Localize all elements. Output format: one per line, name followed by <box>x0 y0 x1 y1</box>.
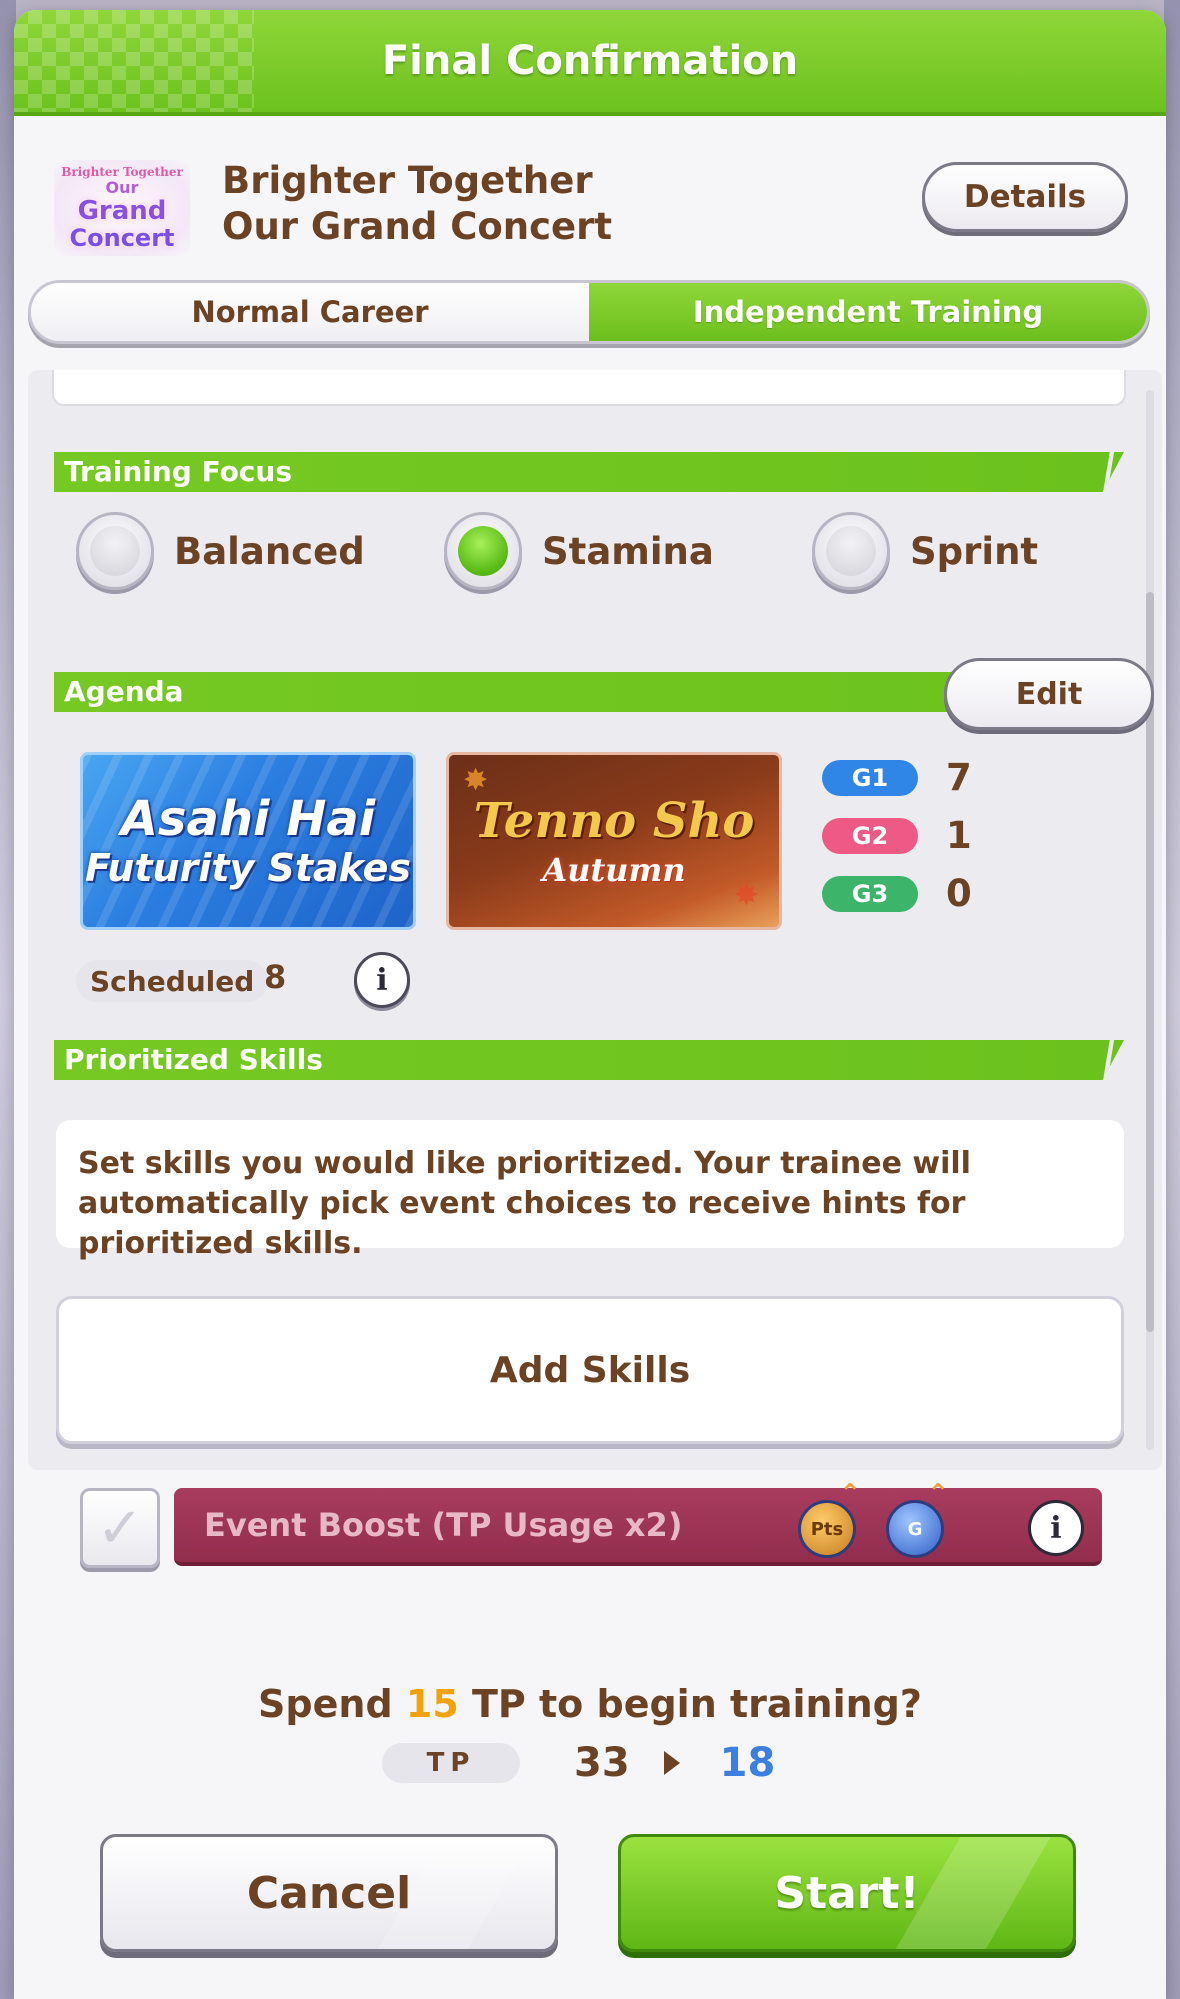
race-title-line-1: Tenno Sho <box>473 793 755 849</box>
focus-option-label: Sprint <box>910 529 1039 573</box>
confirm-suffix: TP to begin training? <box>458 1682 922 1726</box>
race-title-line-1: Asahi Hai <box>120 791 376 847</box>
event-logo: Brighter Together Our Grand Concert <box>54 160 190 256</box>
pts-boost-icon-label: Pts <box>810 1518 844 1540</box>
confirm-prefix: Spend <box>258 1682 406 1726</box>
grade-count-value: 7 <box>946 756 972 799</box>
radio-balanced[interactable] <box>76 512 154 590</box>
grade-badge: G3 <box>822 875 918 912</box>
scheduled-label: Scheduled <box>76 960 269 1002</box>
grade-count-g2: G2 1 <box>822 814 972 857</box>
dialog-title-bar: Final Confirmation <box>14 10 1166 116</box>
tp-change-row: TP 33 18 <box>382 1740 775 1786</box>
start-button-label: Start! <box>774 1867 920 1919</box>
arrow-right-icon <box>663 1751 680 1775</box>
details-button[interactable]: Details <box>922 162 1128 232</box>
pts-boost-icon: Pts ⌃ <box>798 1481 861 1558</box>
tp-cost: 15 <box>405 1682 459 1726</box>
prioritized-skills-header: Prioritized Skills <box>54 1040 1124 1080</box>
event-boost-info-button[interactable]: i <box>1028 1500 1084 1556</box>
event-logo-line-1: Brighter Together <box>61 165 183 179</box>
race-title-line-2: Autumn <box>542 851 686 889</box>
prioritized-skills-description: Set skills you would like prioritized. Y… <box>56 1120 1124 1261</box>
dialog-title: Final Confirmation <box>381 38 799 84</box>
event-name-line-2: Our Grand Concert <box>222 205 613 248</box>
agenda-edit-button[interactable]: Edit <box>944 658 1154 730</box>
radio-stamina[interactable] <box>444 512 522 590</box>
grade-count-g1: G1 7 <box>822 756 972 799</box>
grade-count-g3: G3 0 <box>822 872 972 915</box>
event-boost-label: Event Boost (TP Usage x2) <box>204 1506 683 1544</box>
coin-boost-icon: G ⌃ <box>886 1481 949 1558</box>
previous-section-card <box>52 370 1126 406</box>
maple-leaf-icon: ✸ <box>463 763 489 798</box>
event-name-line-1: Brighter Together <box>222 159 593 202</box>
radio-sprint[interactable] <box>812 512 890 590</box>
settings-scroll-panel[interactable]: Training Focus Balanced Stamina Sprint A… <box>28 370 1162 1470</box>
focus-option-balanced[interactable]: Balanced <box>76 512 365 590</box>
grade-count-value: 0 <box>946 872 972 915</box>
tab-independent-training[interactable]: Independent Training <box>589 283 1147 341</box>
boost-up-arrow-icon: ⌃ <box>927 1479 949 1509</box>
event-name: Brighter Together Our Grand Concert <box>222 158 612 250</box>
race-card-asahi-hai[interactable]: Asahi Hai Futurity Stakes <box>80 752 416 930</box>
grade-badge: G2 <box>822 817 918 854</box>
cancel-button[interactable]: Cancel <box>100 1834 558 1952</box>
grade-badge: G1 <box>822 759 918 796</box>
agenda-info-button[interactable]: i <box>354 952 410 1008</box>
final-confirmation-dialog: Final Confirmation Brighter Together Our… <box>14 10 1166 1999</box>
career-mode-tabs: Normal Career Independent Training <box>28 280 1150 344</box>
maple-leaf-icon: ✸ <box>733 878 759 913</box>
add-skills-button[interactable]: Add Skills <box>56 1296 1124 1444</box>
event-logo-line-2: Our <box>105 178 139 197</box>
focus-option-stamina[interactable]: Stamina <box>444 512 714 590</box>
race-card-tenno-sho[interactable]: ✸ ✸ Tenno Sho Autumn <box>446 752 782 930</box>
race-title-line-2: Futurity Stakes <box>84 846 411 890</box>
focus-option-label: Stamina <box>542 529 714 573</box>
event-boost-bar[interactable]: Event Boost (TP Usage x2) Pts ⌃ G ⌃ i <box>174 1481 1102 1566</box>
tab-normal-career[interactable]: Normal Career <box>31 283 589 341</box>
training-focus-header-label: Training Focus <box>64 455 293 488</box>
scheduled-count: 8 <box>264 958 287 996</box>
cancel-button-label: Cancel <box>246 1867 412 1919</box>
focus-option-sprint[interactable]: Sprint <box>812 512 1038 590</box>
boost-up-arrow-icon: ⌃ <box>839 1479 861 1509</box>
coin-boost-icon-label: G <box>907 1518 923 1540</box>
tp-current-value: 33 <box>574 1740 630 1786</box>
grade-count-value: 1 <box>946 814 972 857</box>
event-boost-checkbox[interactable]: ✓ <box>80 1488 160 1568</box>
tp-after-value: 18 <box>719 1740 776 1786</box>
background-right-edge <box>1164 0 1180 1999</box>
prioritized-skills-header-label: Prioritized Skills <box>64 1043 323 1076</box>
training-focus-header: Training Focus <box>54 452 1124 492</box>
tp-label: TP <box>382 1743 520 1783</box>
event-logo-line-3: Grand <box>77 196 167 226</box>
event-logo-line-4: Concert <box>69 224 175 252</box>
start-button[interactable]: Start! <box>618 1834 1076 1952</box>
agenda-header-label: Agenda <box>64 675 184 708</box>
tp-spend-confirmation: Spend 15 TP to begin training? <box>14 1682 1166 1726</box>
focus-option-label: Balanced <box>174 529 365 573</box>
